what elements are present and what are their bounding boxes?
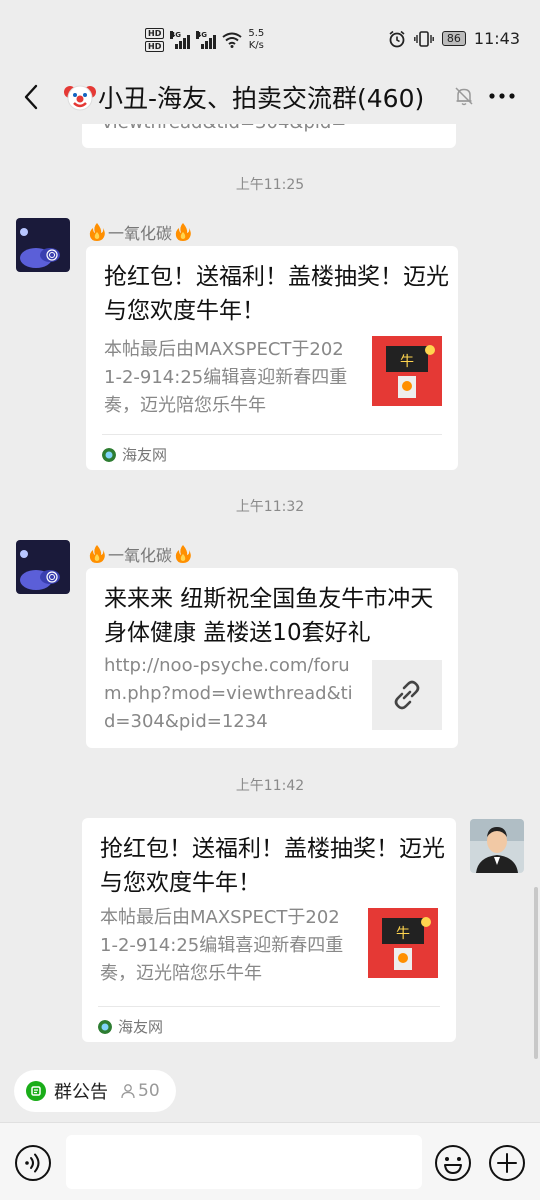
wifi-icon [222,32,242,48]
group-name: 小丑-海友、拍卖交流群(460) [98,84,425,113]
group-notice-bar: 群公告 50 [0,1060,540,1122]
link-card-source: 海友网 [102,444,167,465]
clock: 11:43 [473,29,520,48]
message-input[interactable] [66,1135,422,1189]
voice-icon[interactable] [14,1144,52,1182]
network-type-2: 4G [196,31,207,39]
fire-icon [175,545,191,563]
hd-badge-2: HD [145,41,165,52]
notice-icon [26,1081,46,1101]
timestamp: 上午11:42 [235,778,305,794]
user-avatar-image [470,819,524,873]
signal-icon-2: 4G [196,31,217,49]
back-arrow-icon [24,84,38,110]
timestamp: 上午11:32 [235,499,305,515]
link-card[interactable]: 抢红包！送福利！盖楼抽奖！迈光与您欢度牛年！ 本帖最后由MAXSPECT于202… [82,818,456,1042]
sender-name: 一氧化碳 [88,542,192,566]
chat-title: 小丑-海友、拍卖交流群(460) [64,80,424,114]
avatar[interactable] [16,540,70,594]
mute-bell-icon [455,87,473,106]
link-thumbnail: 牛 [368,908,438,978]
link-card-description: http://noo-psyche.com/forum.php?mod=view… [104,655,353,732]
vibrate-icon [413,30,434,47]
link-card-title: 来来来 纽斯祝全国鱼友牛市冲天 身体健康 盖楼送10套好礼 [104,586,434,646]
avatar[interactable] [16,218,70,272]
link-thumbnail: 牛 [372,336,442,406]
group-notice-button[interactable]: 群公告 50 [14,1070,176,1112]
status-bar: HD HD 4G 4G 5.5 K/s 86 11:43 [0,0,540,80]
source-name: 海友网 [118,1018,164,1036]
link-card[interactable]: 抢红包！送福利！盖楼抽奖！迈光与您欢度牛年！ 本帖最后由MAXSPECT于202… [86,246,458,470]
link-card-title: 抢红包！送福利！盖楼抽奖！迈光与您欢度牛年！ [104,264,449,324]
link-thumbnail [372,660,442,730]
chat-message-list[interactable]: viewthread&tid=304&pid= 上午11:25 一氧化碳 抢红包… [0,124,540,1060]
battery-level: 86 [441,31,466,46]
link-card-description: 本帖最后由MAXSPECT于2021-2-914:25编辑喜迎新春四重奏，迈光陪… [100,907,344,984]
signal-icon-1: 4G [170,31,191,49]
promo-thumbnail-image: 牛 [372,336,442,406]
speed-unit: K/s [248,40,264,51]
link-card-source: 海友网 [98,1016,163,1037]
input-bar [0,1122,540,1200]
notice-count-value: 50 [138,1081,160,1101]
notice-read-count: 50 [120,1081,160,1101]
sender-name-text: 一氧化碳 [108,546,173,565]
timestamp: 上午11:25 [235,177,305,193]
partial-message-card[interactable]: viewthread&tid=304&pid= [82,124,456,148]
system-indicators: 86 11:43 [388,29,520,48]
fire-icon [89,223,105,241]
haiyou-source-icon [102,447,116,462]
haiyou-source-icon [98,1019,112,1034]
network-type-1: 4G [170,31,181,39]
sender-name-text: 一氧化碳 [108,224,173,243]
promo-thumbnail-image: 牛 [368,908,438,978]
hd-badge-1: HD [145,28,165,39]
fire-icon [89,545,105,563]
emoji-icon[interactable] [434,1144,472,1182]
link-card[interactable]: 来来来 纽斯祝全国鱼友牛市冲天 身体健康 盖楼送10套好礼 http://noo… [86,568,458,748]
sender-name: 一氧化碳 [88,220,192,244]
person-icon [121,1084,135,1099]
scrollbar[interactable] [534,887,538,1059]
link-card-title: 抢红包！送福利！盖楼抽奖！迈光与您欢度牛年！ [100,836,445,896]
link-card-description: 本帖最后由MAXSPECT于2021-2-914:25编辑喜迎新春四重奏，迈光陪… [104,339,348,416]
fish-avatar-image [16,540,70,594]
alarm-icon [389,30,405,47]
more-dots-icon [489,93,515,99]
source-name: 海友网 [122,446,168,464]
svg-text:牛: 牛 [400,354,414,370]
svg-text:牛: 牛 [396,926,410,942]
plus-icon[interactable] [488,1144,526,1182]
more-button[interactable] [486,80,518,112]
fire-icon [175,223,191,241]
back-button[interactable] [16,82,46,112]
card-divider [102,434,442,435]
network-indicators: HD HD 4G 4G 5.5 K/s [145,25,264,55]
avatar[interactable] [470,819,524,873]
partial-message-text: viewthread&tid=304&pid= [102,124,346,133]
group-notice-label: 群公告 [54,1082,108,1103]
clown-emoji-icon [64,85,96,111]
fish-avatar-image [16,218,70,272]
link-icon [394,680,420,710]
card-divider [98,1006,440,1007]
speed-value: 5.5 [248,28,265,39]
network-speed: 5.5 K/s [248,28,264,52]
chat-header: 小丑-海友、拍卖交流群(460) [0,80,540,124]
